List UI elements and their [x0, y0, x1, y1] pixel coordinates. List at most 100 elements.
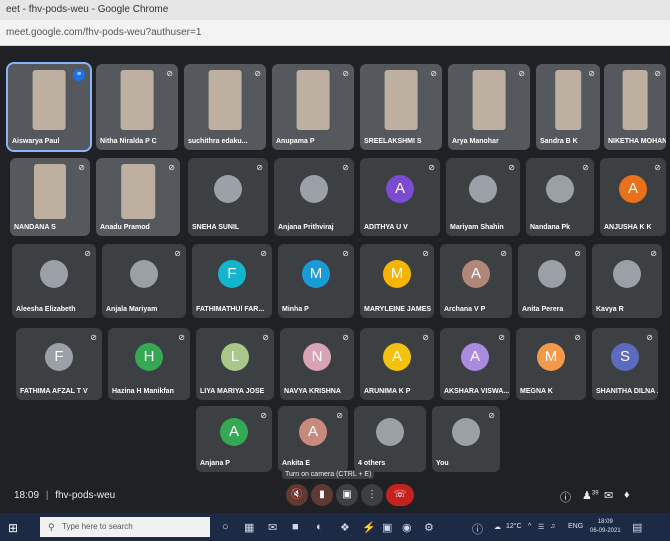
participant-tile[interactable]: 4 others [354, 406, 426, 472]
participant-name: Nitha Niralda P C [100, 138, 157, 145]
camera-off-icon: ▮ [319, 489, 325, 500]
temperature: 12°C [506, 523, 522, 530]
language-indicator[interactable]: ENG [568, 523, 583, 530]
hangup-icon: ☏ [393, 489, 407, 500]
activities-button[interactable]: ♦ [624, 489, 630, 501]
participant-tile[interactable]: Nitha Niralda P C ⊘ [96, 64, 178, 150]
camera-toggle-button[interactable]: ▮ [311, 484, 333, 506]
mail-icon[interactable]: ✉ [268, 521, 277, 534]
settings-icon[interactable]: ⚙ [424, 521, 434, 534]
participant-avatar: A [220, 418, 248, 447]
windows-start-icon[interactable]: ⊞ [8, 521, 18, 535]
taskbar-search-box[interactable]: Type here to search [40, 517, 210, 537]
participant-tile[interactable]: A Archana V P ⊘ [440, 244, 512, 318]
participant-tile[interactable]: Aleesha Elizabeth ⊘ [12, 244, 96, 318]
participant-tile[interactable]: A ANJUSHA K K ⊘ [600, 158, 666, 236]
mic-muted-icon: ⊘ [498, 333, 505, 342]
store-icon[interactable]: ▣ [382, 521, 392, 534]
participant-tile[interactable]: A Anjana P ⊘ [196, 406, 272, 472]
participant-tile[interactable]: Aiswarya Paul ≡ [6, 62, 92, 152]
participant-name: Anadu Pramod [100, 224, 150, 231]
present-button[interactable]: ▣ [336, 484, 358, 506]
participant-tile[interactable]: S SHANITHA DILNA ... ⊘ [592, 328, 658, 400]
mic-muted-icon: ⊘ [500, 249, 507, 258]
mic-muted-icon: ⊘ [84, 249, 91, 258]
volume-icon[interactable]: ♫ [550, 523, 555, 530]
participant-tile[interactable]: Arya Manohar ⊘ [448, 64, 530, 150]
participant-tile[interactable]: A ARUNIMA K P ⊘ [360, 328, 434, 400]
meeting-info-divider: | [45, 490, 49, 501]
participant-tile[interactable]: M MARYLEINE JAMES ⊘ [360, 244, 434, 318]
participant-name: Anita Perera [522, 306, 564, 313]
chat-button[interactable]: ✉ [604, 489, 613, 502]
cortana-icon[interactable]: ○ [222, 521, 229, 533]
participant-name: ARUNIMA K P [364, 388, 411, 395]
edge-icon[interactable]: ◐ [316, 521, 323, 533]
mic-muted-icon: ⊘ [166, 69, 173, 78]
tray-chevron-icon[interactable]: ^ [528, 523, 531, 530]
mic-toggle-button[interactable]: 🔇 [286, 484, 308, 506]
participant-tile[interactable]: Mariyam Shahin ⊘ [446, 158, 520, 236]
participant-video [32, 70, 66, 131]
participant-tile[interactable]: Anupama P ⊘ [272, 64, 354, 150]
participant-tile[interactable]: NIKETHA MOHAN ⊘ [604, 64, 666, 150]
participant-tile[interactable]: N NAVYA KRISHNA ⊘ [280, 328, 354, 400]
participant-tile[interactable]: F FATHIMATHUl FAR... ⊘ [192, 244, 272, 318]
url-text[interactable]: meet.google.com/fhv-pods-weu?authuser=1 [6, 27, 201, 38]
file-explorer-icon[interactable]: ■ [292, 521, 299, 533]
participant-name: AKSHARA VISWA... [444, 388, 510, 395]
participant-tile[interactable]: Sandra B K ⊘ [536, 64, 600, 150]
participant-tile[interactable]: A Ankita E ⊘ [278, 406, 348, 472]
participant-tile[interactable]: H Hazina H Manikfan ⊘ [108, 328, 190, 400]
participant-tile[interactable]: You ⊘ [432, 406, 500, 472]
participant-tile[interactable]: M Minha P ⊘ [278, 244, 354, 318]
participant-name: Mariyam Shahin [450, 224, 504, 231]
mic-muted-icon: ⊘ [260, 411, 267, 420]
participant-tile[interactable]: NANDANA S ⊘ [10, 158, 90, 236]
participant-tile[interactable]: Nandana Pk ⊘ [526, 158, 594, 236]
participant-name: 4 others [358, 460, 386, 467]
participant-tile[interactable]: F FATHIMA AFZAL T V ⊘ [16, 328, 102, 400]
participant-video [555, 70, 581, 131]
participant-tile[interactable]: A ADITHYA U V ⊘ [360, 158, 440, 236]
address-bar[interactable]: meet.google.com/fhv-pods-weu?authuser=1 [0, 20, 670, 46]
participant-avatar [214, 175, 242, 204]
participant-tile[interactable]: L LIYA MARIYA JOSE ⊘ [196, 328, 274, 400]
more-options-button[interactable]: ⋮ [361, 484, 383, 506]
participant-tile[interactable]: suchithra edaku... ⊘ [184, 64, 266, 150]
chrome-icon[interactable]: ◉ [402, 521, 412, 534]
mic-muted-icon: ⊘ [168, 163, 175, 172]
notifications-icon[interactable]: ▤ [632, 521, 642, 534]
participant-avatar: A [462, 259, 490, 288]
participant-tile[interactable]: Kavya R ⊘ [592, 244, 662, 318]
participant-tile[interactable]: Anjala Mariyam ⊘ [102, 244, 186, 318]
participant-name: SREELAKSHMI S [364, 138, 422, 145]
participant-tile[interactable]: Anjana Prithviraj ⊘ [274, 158, 354, 236]
participant-avatar [130, 259, 158, 288]
participant-tile[interactable]: M MEGNA K ⊘ [516, 328, 586, 400]
participant-name: Minha P [282, 306, 309, 313]
participant-tile[interactable]: Anita Perera ⊘ [518, 244, 586, 318]
app-icon[interactable]: ⚡ [362, 521, 376, 534]
leave-call-button[interactable]: ☏ [386, 484, 414, 506]
taskbar-clock[interactable]: 18:09 06-09-2021 [590, 518, 621, 536]
weather-icon[interactable]: ☁ [494, 523, 501, 531]
dropbox-icon[interactable]: ❖ [340, 521, 350, 534]
speaking-indicator-icon: ≡ [73, 69, 85, 81]
present-icon: ▣ [342, 489, 352, 500]
people-button[interactable]: ♟39 [582, 489, 599, 502]
mic-muted-icon: ⊘ [90, 333, 97, 342]
participant-tile[interactable]: A AKSHARA VISWA... ⊘ [440, 328, 510, 400]
participant-avatar [546, 175, 574, 204]
participant-tile[interactable]: Anadu Pramod ⊘ [96, 158, 180, 236]
network-icon[interactable]: ☰ [538, 523, 544, 531]
participant-tile[interactable]: SREELAKSHMI S ⊘ [360, 64, 442, 150]
help-icon[interactable]: ⓘ [472, 521, 483, 537]
mic-muted-icon: ⊘ [254, 69, 261, 78]
mic-muted-icon: ⊘ [256, 163, 263, 172]
meeting-footer: 18:09 | fhv-pods-weu 🔇 ▮ ▣ ⋮ ☏ ⓘ ♟39 ✉ ♦ [0, 480, 670, 513]
participant-avatar: A [619, 175, 647, 204]
participant-tile[interactable]: SNEHA SUNIL ⊘ [188, 158, 268, 236]
info-button[interactable]: ⓘ [560, 489, 571, 505]
task-view-icon[interactable]: ▦ [244, 521, 254, 534]
